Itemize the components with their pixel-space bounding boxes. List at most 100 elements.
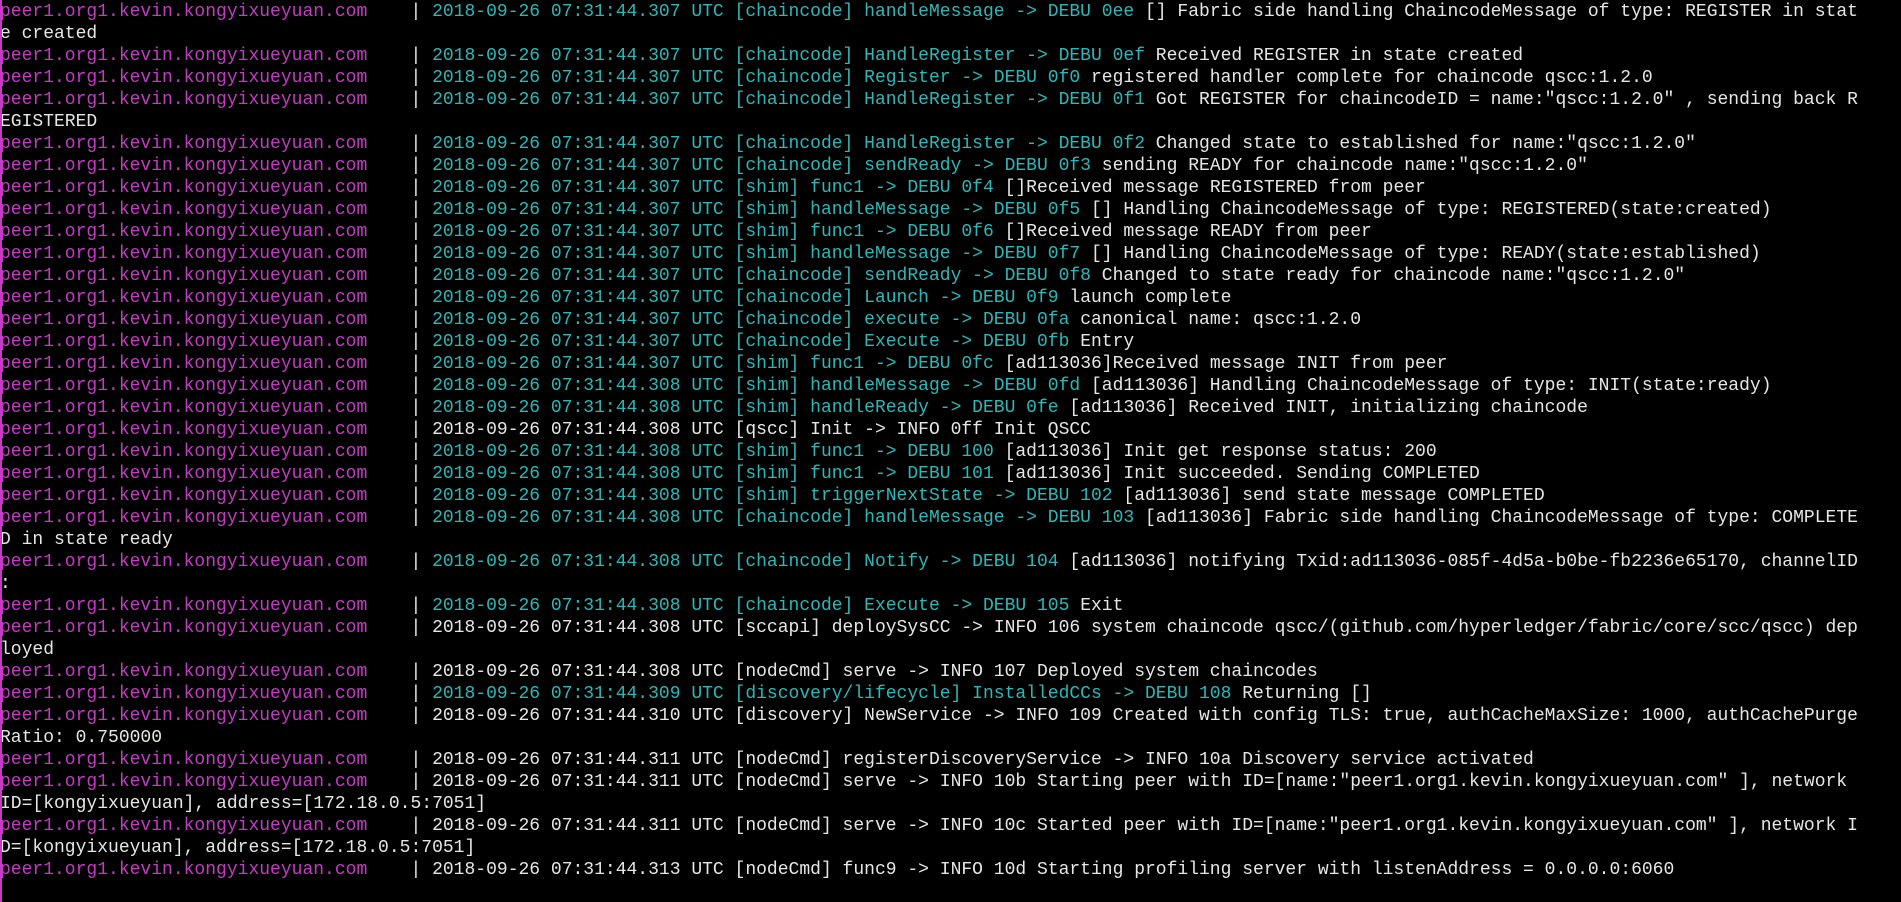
log-line: peer1.org1.kevin.kongyixueyuan.com | 201…: [0, 45, 1901, 67]
log-service-name: peer1.org1.kevin.kongyixueyuan.com: [0, 310, 368, 330]
log-line-continuation: D=[kongyixueyuan], address=[172.18.0.5:7…: [0, 837, 1901, 859]
log-message-detail: [ad113036] Init get response status: 200: [993, 442, 1437, 462]
log-service-name: peer1.org1.kevin.kongyixueyuan.com: [0, 706, 368, 726]
log-service-name: peer1.org1.kevin.kongyixueyuan.com: [0, 684, 368, 704]
log-service-name: peer1.org1.kevin.kongyixueyuan.com: [0, 596, 368, 616]
log-message-detail: [ad113036] send state message COMPLETED: [1112, 486, 1545, 506]
log-line: peer1.org1.kevin.kongyixueyuan.com | 201…: [0, 199, 1901, 221]
log-line: peer1.org1.kevin.kongyixueyuan.com | 201…: [0, 265, 1901, 287]
log-message-detail: []Received message REGISTERED from peer: [993, 178, 1426, 198]
log-service-name: peer1.org1.kevin.kongyixueyuan.com: [0, 420, 368, 440]
log-separator: |: [367, 816, 433, 836]
log-separator: |: [367, 772, 433, 792]
log-separator: |: [367, 200, 433, 220]
log-continuation-text: e created: [0, 24, 98, 44]
log-continuation-text: D=[kongyixueyuan], address=[172.18.0.5:7…: [0, 838, 476, 858]
log-separator: |: [367, 46, 433, 66]
log-debug-message: 2018-09-26 07:31:44.308 UTC [shim] trigg…: [432, 486, 1113, 506]
log-line: peer1.org1.kevin.kongyixueyuan.com | 201…: [0, 287, 1901, 309]
log-debug-message: 2018-09-26 07:31:44.308 UTC [chaincode] …: [432, 508, 1135, 528]
log-service-name: peer1.org1.kevin.kongyixueyuan.com: [0, 860, 368, 880]
log-service-name: peer1.org1.kevin.kongyixueyuan.com: [0, 178, 368, 198]
log-debug-message: 2018-09-26 07:31:44.308 UTC [chaincode] …: [432, 552, 1059, 572]
log-separator: |: [367, 552, 433, 572]
log-separator: |: [367, 684, 433, 704]
log-service-name: peer1.org1.kevin.kongyixueyuan.com: [0, 266, 368, 286]
log-debug-message: 2018-09-26 07:31:44.307 UTC [chaincode] …: [432, 310, 1070, 330]
log-service-name: peer1.org1.kevin.kongyixueyuan.com: [0, 222, 368, 242]
log-line: peer1.org1.kevin.kongyixueyuan.com | 201…: [0, 221, 1901, 243]
log-debug-message: 2018-09-26 07:31:44.307 UTC [chaincode] …: [432, 332, 1070, 352]
log-service-name: peer1.org1.kevin.kongyixueyuan.com: [0, 464, 368, 484]
log-message-detail: [ad113036] Handling ChaincodeMessage of …: [1080, 376, 1772, 396]
log-service-name: peer1.org1.kevin.kongyixueyuan.com: [0, 618, 368, 638]
log-debug-message: 2018-09-26 07:31:44.309 UTC [discovery/l…: [432, 684, 1232, 704]
log-service-name: peer1.org1.kevin.kongyixueyuan.com: [0, 772, 368, 792]
log-service-name: peer1.org1.kevin.kongyixueyuan.com: [0, 508, 368, 528]
terminal-left-edge: [0, 0, 2, 902]
log-info-message: 2018-09-26 07:31:44.313 UTC [nodeCmd] fu…: [432, 860, 1675, 880]
log-output: peer1.org1.kevin.kongyixueyuan.com | 201…: [0, 1, 1901, 881]
log-service-name: peer1.org1.kevin.kongyixueyuan.com: [0, 288, 368, 308]
log-debug-message: 2018-09-26 07:31:44.308 UTC [shim] handl…: [432, 376, 1081, 396]
log-debug-message: 2018-09-26 07:31:44.308 UTC [shim] func1…: [432, 464, 994, 484]
log-message-detail: canonical name: qscc:1.2.0: [1069, 310, 1362, 330]
log-continuation-text: D in state ready: [0, 530, 173, 550]
log-service-name: peer1.org1.kevin.kongyixueyuan.com: [0, 376, 368, 396]
log-separator: |: [367, 376, 433, 396]
log-message-detail: [ad113036] Init succeeded. Sending COMPL…: [993, 464, 1480, 484]
terminal-window[interactable]: peer1.org1.kevin.kongyixueyuan.com | 201…: [0, 0, 1901, 902]
log-line: peer1.org1.kevin.kongyixueyuan.com | 201…: [0, 1, 1901, 23]
log-message-detail: Changed to state ready for chaincode nam…: [1091, 266, 1686, 286]
log-separator: |: [367, 332, 433, 352]
log-service-name: peer1.org1.kevin.kongyixueyuan.com: [0, 816, 368, 836]
log-service-name: peer1.org1.kevin.kongyixueyuan.com: [0, 486, 368, 506]
log-message-detail: [ad113036]Received message INIT from pee…: [993, 354, 1448, 374]
log-service-name: peer1.org1.kevin.kongyixueyuan.com: [0, 354, 368, 374]
log-debug-message: 2018-09-26 07:31:44.307 UTC [chaincode] …: [432, 288, 1059, 308]
log-info-message: 2018-09-26 07:31:44.310 UTC [discovery] …: [432, 706, 1858, 726]
log-debug-message: 2018-09-26 07:31:44.308 UTC [chaincode] …: [432, 596, 1070, 616]
log-separator: |: [367, 860, 433, 880]
log-continuation-text: Ratio: 0.750000: [0, 728, 163, 748]
log-debug-message: 2018-09-26 07:31:44.307 UTC [chaincode] …: [432, 46, 1145, 66]
log-separator: |: [367, 596, 433, 616]
log-line: peer1.org1.kevin.kongyixueyuan.com | 201…: [0, 771, 1901, 793]
log-line-continuation: ID=[kongyixueyuan], address=[172.18.0.5:…: [0, 793, 1901, 815]
log-debug-message: 2018-09-26 07:31:44.307 UTC [chaincode] …: [432, 2, 1135, 22]
log-line: peer1.org1.kevin.kongyixueyuan.com | 201…: [0, 485, 1901, 507]
log-service-name: peer1.org1.kevin.kongyixueyuan.com: [0, 332, 368, 352]
log-line: peer1.org1.kevin.kongyixueyuan.com | 201…: [0, 331, 1901, 353]
log-message-detail: launch complete: [1058, 288, 1232, 308]
log-message-detail: [] Handling ChaincodeMessage of type: RE…: [1080, 244, 1761, 264]
log-line: peer1.org1.kevin.kongyixueyuan.com | 201…: [0, 507, 1901, 529]
log-debug-message: 2018-09-26 07:31:44.307 UTC [chaincode] …: [432, 266, 1091, 286]
log-separator: |: [367, 222, 433, 242]
log-service-name: peer1.org1.kevin.kongyixueyuan.com: [0, 552, 368, 572]
prompt-line[interactable]: [0, 881, 1901, 902]
log-separator: |: [367, 266, 433, 286]
log-line-continuation: loyed: [0, 639, 1901, 661]
log-separator: |: [367, 464, 433, 484]
log-service-name: peer1.org1.kevin.kongyixueyuan.com: [0, 90, 368, 110]
log-line-continuation: Ratio: 0.750000: [0, 727, 1901, 749]
log-service-name: peer1.org1.kevin.kongyixueyuan.com: [0, 442, 368, 462]
log-service-name: peer1.org1.kevin.kongyixueyuan.com: [0, 244, 368, 264]
log-info-message: 2018-09-26 07:31:44.311 UTC [nodeCmd] se…: [432, 772, 1848, 792]
log-info-message: 2018-09-26 07:31:44.311 UTC [nodeCmd] re…: [432, 750, 1534, 770]
log-separator: |: [367, 178, 433, 198]
log-continuation-text: EGISTERED: [0, 112, 98, 132]
log-separator: |: [367, 442, 433, 462]
log-separator: |: [367, 288, 433, 308]
log-line: peer1.org1.kevin.kongyixueyuan.com | 201…: [0, 243, 1901, 265]
log-message-detail: registered handler complete for chaincod…: [1080, 68, 1653, 88]
log-message-detail: []Received message READY from peer: [993, 222, 1372, 242]
log-line: peer1.org1.kevin.kongyixueyuan.com | 201…: [0, 441, 1901, 463]
log-line-continuation: D in state ready: [0, 529, 1901, 551]
log-info-message: 2018-09-26 07:31:44.308 UTC [qscc] Init …: [432, 420, 1091, 440]
log-info-message: 2018-09-26 07:31:44.308 UTC [sccapi] dep…: [432, 618, 1858, 638]
log-message-detail: [] Fabric side handling ChaincodeMessage…: [1134, 2, 1858, 22]
log-separator: |: [367, 398, 433, 418]
log-line: peer1.org1.kevin.kongyixueyuan.com | 201…: [0, 661, 1901, 683]
log-message-detail: Received REGISTER in state created: [1145, 46, 1524, 66]
